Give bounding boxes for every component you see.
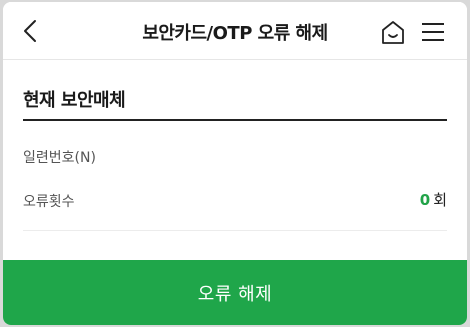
section-title: 현재 보안매체 [23, 90, 126, 111]
row-divider [23, 230, 447, 231]
header-bar: 보안카드/OTP 오류 해제 [3, 2, 467, 60]
section-divider [23, 119, 447, 121]
error-count-unit: 회 [433, 191, 447, 209]
release-error-button[interactable]: 오류 해제 [3, 260, 467, 325]
hamburger-menu-icon [422, 23, 444, 41]
serial-number-label: 일련번호(N) [23, 150, 96, 166]
app-screen: 보안카드/OTP 오류 해제 현재 보안매체 일련번호(N) 오류횟수 0회 오… [3, 2, 467, 325]
home-button[interactable] [379, 18, 407, 46]
home-icon [382, 21, 404, 44]
error-count-value: 0회 [420, 189, 447, 210]
menu-button[interactable] [419, 18, 447, 46]
error-count-label: 오류횟수 [23, 194, 75, 210]
error-count-number: 0 [419, 191, 431, 209]
